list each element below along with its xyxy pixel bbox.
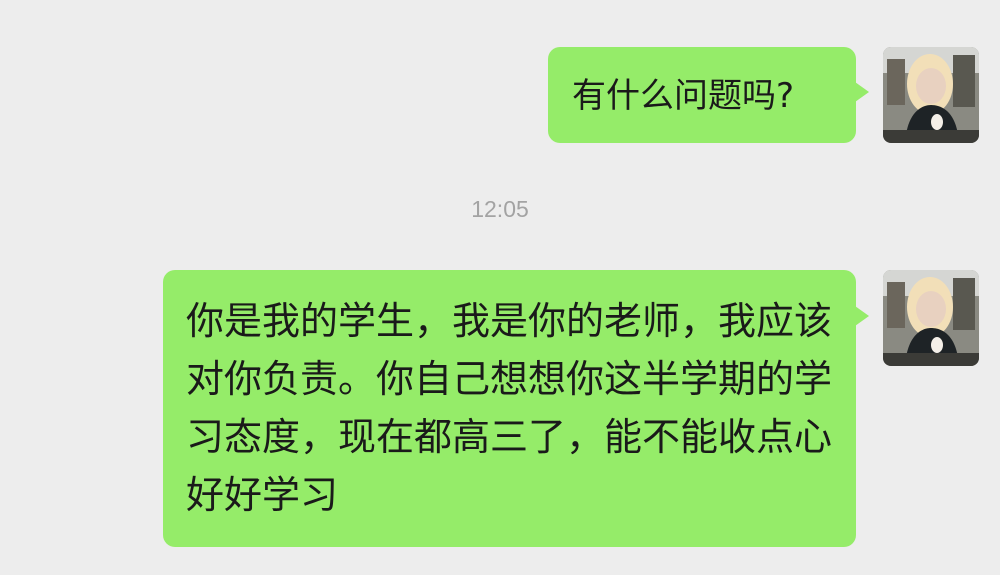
avatar-photo-icon — [883, 270, 979, 366]
message-bubble-1[interactable]: 有什么问题吗? — [548, 47, 869, 143]
time-separator: 12:05 — [471, 196, 529, 222]
message-text-2: 你是我的学生，我是你的老师，我应该对你负责。你自己想想你这半学期的学习态度，现在… — [186, 299, 833, 517]
cut-off-header-text — [468, 0, 548, 4]
message-text-1: 有什么问题吗? — [572, 76, 795, 116]
avatar[interactable] — [883, 270, 979, 366]
message-bubble-2[interactable]: 你是我的学生，我是你的老师，我应该对你负责。你自己想想你这半学期的学习态度，现在… — [163, 270, 869, 547]
avatar[interactable] — [883, 47, 979, 143]
avatar-photo-icon — [883, 47, 979, 143]
